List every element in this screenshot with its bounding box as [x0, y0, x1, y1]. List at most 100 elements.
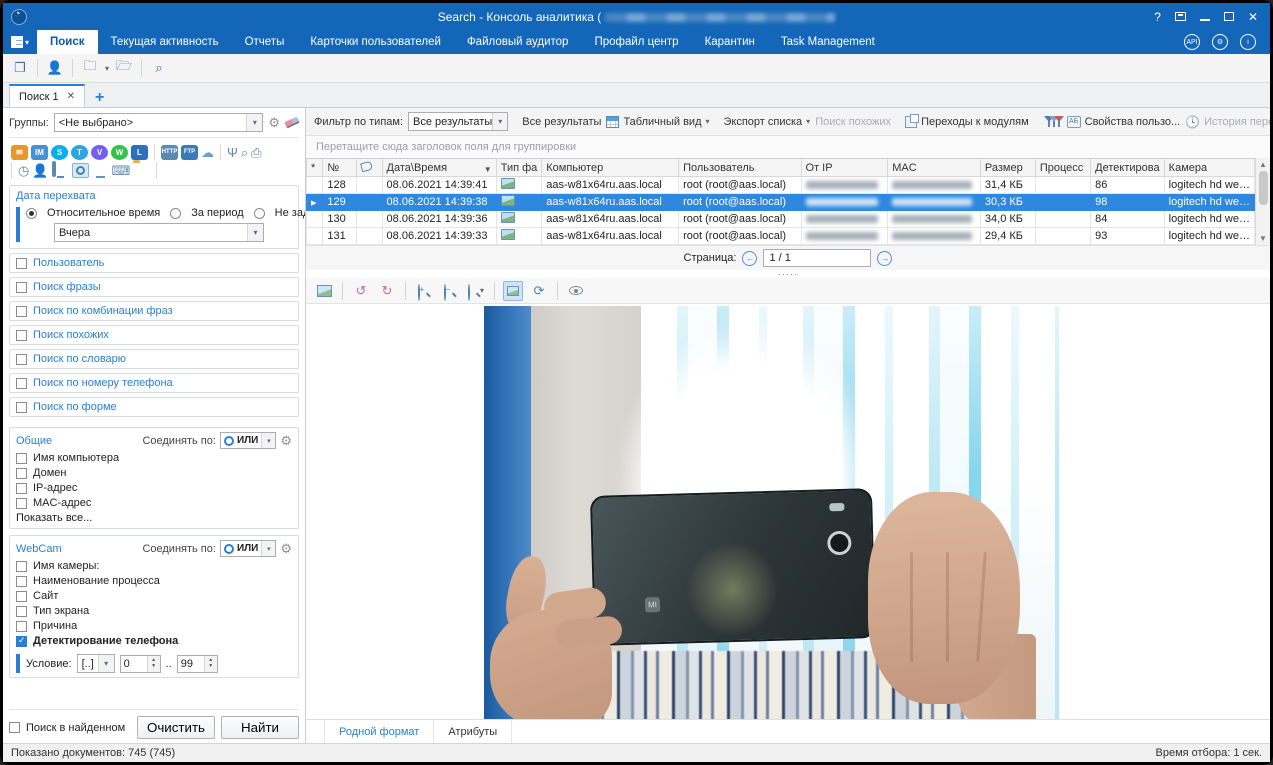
condition-operator-select[interactable]: [..]▾ — [77, 654, 115, 673]
tab-attributes[interactable]: Атрибуты — [434, 720, 512, 743]
col-user[interactable]: Пользователь — [679, 159, 801, 177]
im-channel-icon[interactable]: IM — [31, 145, 48, 160]
tab-quarantine[interactable]: Карантин — [692, 30, 768, 54]
checkbox-screen-type[interactable] — [16, 606, 27, 617]
groups-select[interactable]: <Не выбрано>▾ — [54, 113, 264, 132]
fit-to-window-icon[interactable] — [503, 281, 523, 301]
api-icon[interactable]: API — [1184, 34, 1200, 50]
files-capture-icon[interactable] — [133, 163, 150, 178]
col-filetype[interactable]: Тип фа — [496, 159, 542, 177]
checkbox[interactable] — [16, 330, 27, 341]
export-dropdown-caret[interactable]: ▾ — [105, 64, 109, 73]
zoom-in-icon[interactable]: + — [414, 281, 434, 301]
common-join-select[interactable]: ИЛИ▾ — [220, 432, 276, 449]
prev-page-button[interactable]: ← — [742, 251, 757, 266]
radio-not-set[interactable] — [254, 208, 265, 219]
monitor-capture-icon[interactable] — [52, 163, 69, 178]
table-row-selected[interactable]: ▸129 08.06.2021 14:39:38 aas-w81x64ru.aa… — [307, 194, 1255, 211]
viber-channel-icon[interactable]: V — [91, 145, 108, 160]
scroll-up-icon[interactable]: ▲ — [1259, 158, 1267, 171]
checkbox[interactable] — [16, 354, 27, 365]
http-channel-icon[interactable]: HTTP — [161, 145, 178, 160]
filter-phone-number[interactable]: Поиск по номеру телефона — [9, 373, 299, 393]
help-button[interactable]: ? — [1154, 11, 1161, 23]
keyboard-capture-icon[interactable]: ⌨ — [112, 164, 131, 177]
tab-file-auditor[interactable]: Файловый аудитор — [454, 30, 582, 54]
search-tab-1[interactable]: Поиск 1 ✕ — [9, 84, 85, 107]
condition-to-stepper[interactable]: 99▲▼ — [177, 655, 218, 673]
zoom-out-icon[interactable]: − — [440, 281, 460, 301]
rotate-right-icon[interactable]: ↻ — [377, 281, 397, 301]
modules-transition-button[interactable]: Переходы к модулям — [905, 116, 1029, 128]
microphone-capture-icon[interactable] — [92, 163, 109, 178]
app-menu-button[interactable]: ▾ — [3, 30, 37, 54]
checkbox-site[interactable] — [16, 591, 27, 602]
checkbox[interactable] — [16, 258, 27, 269]
close-button[interactable]: ✕ — [1248, 11, 1258, 23]
col-computer[interactable]: Компьютер — [542, 159, 679, 177]
show-all-link[interactable]: Показать все... — [16, 512, 292, 524]
save-image-icon[interactable] — [314, 281, 334, 301]
checkbox[interactable] — [16, 282, 27, 293]
view-eye-icon[interactable] — [566, 281, 586, 301]
lync-channel-icon[interactable]: L — [131, 145, 148, 160]
webcam-snapshot[interactable]: MI — [484, 306, 1059, 719]
col-row-indicator[interactable]: * — [307, 159, 323, 177]
user-activity-icon[interactable]: 👤 — [32, 164, 48, 177]
whatsapp-channel-icon[interactable]: W — [111, 145, 128, 160]
tab-task-management[interactable]: Task Management — [768, 30, 888, 54]
user-properties-button[interactable]: АБСвойства пользо... — [1067, 116, 1181, 128]
filter-similar[interactable]: Поиск похожих — [9, 325, 299, 345]
filter-form[interactable]: Поиск по форме — [9, 397, 299, 417]
checkbox-phone-detection[interactable] — [16, 636, 27, 647]
common-settings-icon[interactable]: ⚙ — [280, 433, 292, 449]
tab-native-format[interactable]: Родной формат — [324, 720, 434, 743]
scroll-down-icon[interactable]: ▼ — [1259, 232, 1267, 245]
checkbox[interactable] — [16, 378, 27, 389]
col-camera[interactable]: Камера — [1164, 159, 1254, 177]
splitter-handle[interactable]: ····· — [306, 270, 1270, 278]
tab-user-cards[interactable]: Карточки пользователей — [297, 30, 454, 54]
radio-for-period[interactable] — [170, 208, 181, 219]
services-icon[interactable]: ⚙ — [1212, 34, 1228, 50]
condition-from-stepper[interactable]: 0▲▼ — [120, 655, 161, 673]
checkbox-camera-name[interactable] — [16, 561, 27, 572]
skype-channel-icon[interactable]: S — [51, 145, 68, 160]
checkbox-process-name[interactable] — [16, 576, 27, 587]
telegram-channel-icon[interactable]: T — [71, 145, 88, 160]
scroll-thumb[interactable] — [1259, 171, 1268, 205]
ftp-channel-icon[interactable]: FTP — [181, 145, 198, 160]
webcam-settings-icon[interactable]: ⚙ — [280, 541, 292, 557]
checkbox-domain[interactable] — [16, 468, 27, 479]
col-date[interactable]: Дата\Время▼ — [382, 159, 496, 177]
zoom-level-dropdown[interactable]: ▾ — [466, 281, 486, 301]
page-input[interactable]: 1 / 1 — [763, 249, 871, 267]
usb-devices-icon[interactable]: Ψ — [227, 146, 238, 159]
groups-settings-icon[interactable]: ⚙ — [268, 115, 280, 131]
webcam-join-select[interactable]: ИЛИ▾ — [220, 540, 276, 557]
table-row[interactable]: 130 08.06.2021 14:39:36 aas-w81x64ru.aas… — [307, 211, 1255, 228]
cloud-channel-icon[interactable]: ☁ — [201, 146, 214, 159]
filter-user[interactable]: Пользователь — [9, 253, 299, 273]
minimize-button[interactable] — [1200, 19, 1210, 21]
checkbox-ip-address[interactable] — [16, 483, 27, 494]
checkbox-mac-address[interactable] — [16, 498, 27, 509]
device-search-icon[interactable]: ⌕ — [241, 146, 248, 159]
program-time-icon[interactable]: ◷ — [18, 164, 29, 177]
printer-icon[interactable]: ⎙ — [251, 146, 261, 159]
windows-cascade-icon[interactable]: ❐ — [9, 58, 31, 78]
table-row[interactable]: 128 08.06.2021 14:39:41 aas-w81x64ru.aas… — [307, 177, 1255, 194]
info-icon[interactable]: i — [1240, 34, 1256, 50]
filter-phrase[interactable]: Поиск фразы — [9, 277, 299, 297]
radio-relative-time[interactable] — [26, 208, 37, 219]
relative-time-select[interactable]: Вчера▾ — [54, 223, 264, 242]
tab-search[interactable]: Поиск — [37, 30, 98, 54]
reload-image-icon[interactable]: ⟳ — [529, 281, 549, 301]
rotate-left-icon[interactable]: ↺ — [351, 281, 371, 301]
col-process[interactable]: Процесс — [1035, 159, 1090, 177]
find-button[interactable]: Найти — [221, 716, 299, 739]
export-list-button[interactable]: Экспорт списка▾ — [724, 116, 811, 128]
tab-profile-center[interactable]: Профайл центр — [581, 30, 691, 54]
col-detect[interactable]: Детектирова — [1091, 159, 1165, 177]
checkbox-reason[interactable] — [16, 621, 27, 632]
